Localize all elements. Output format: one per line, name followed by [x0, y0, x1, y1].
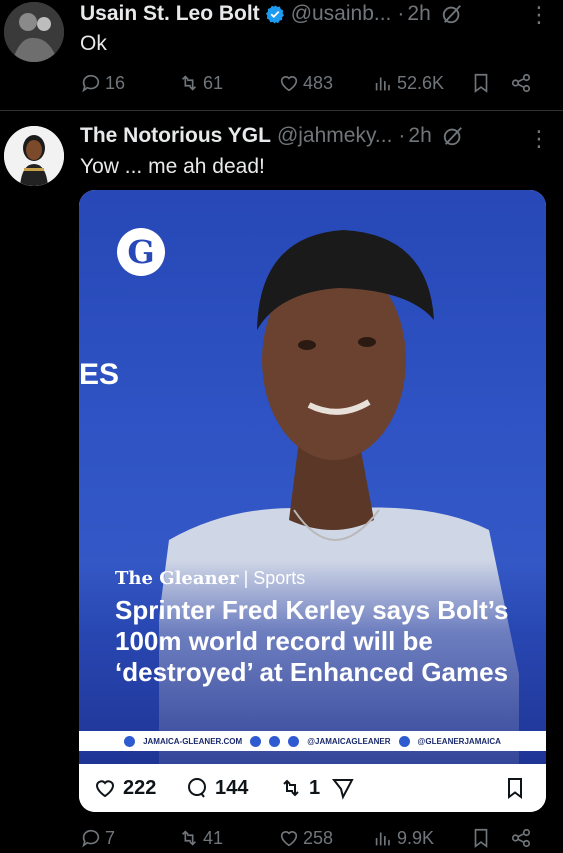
grok-icon[interactable]: [441, 3, 463, 25]
timestamp[interactable]: 2h: [408, 124, 431, 148]
avatar-image: [4, 2, 64, 62]
share-button[interactable]: [510, 827, 532, 849]
heart-icon: [95, 780, 115, 798]
like-count: 483: [303, 72, 334, 93]
repost-icon: [181, 830, 197, 846]
grok-icon[interactable]: [442, 125, 464, 147]
brand-name: The Gleaner: [115, 568, 239, 589]
avatar-image: [4, 126, 64, 186]
card-stats-bar: 222 144 1: [79, 764, 546, 812]
repost-button[interactable]: 61: [178, 72, 223, 94]
instagram-icon: [288, 735, 300, 747]
social-handle-2: @GLEANERJAMAICA: [417, 736, 501, 746]
site-name: JAMAICA-GLEANER.COM: [143, 736, 243, 746]
bookmark-icon: [474, 828, 488, 848]
repost-icon: [283, 779, 299, 797]
reply-icon: [82, 74, 100, 93]
share-icon: [511, 828, 531, 848]
more-options-icon[interactable]: ⋮: [528, 126, 550, 152]
avatar[interactable]: [4, 126, 64, 186]
verified-badge-icon: [265, 5, 284, 24]
display-name[interactable]: Usain St. Leo Bolt: [80, 2, 260, 26]
card-bookmark: [503, 776, 527, 800]
more-options-icon[interactable]: ⋮: [528, 2, 550, 28]
tweet-text: Ok: [80, 32, 107, 55]
card-like-count: 222: [123, 776, 157, 799]
views-button[interactable]: 52.6K: [372, 72, 444, 94]
card-repost-count: 1: [309, 776, 321, 799]
card-comment-count: 144: [215, 776, 249, 799]
facebook-icon: [398, 735, 410, 747]
like-button[interactable]: 258: [278, 827, 333, 849]
tweet-divider: [0, 110, 563, 111]
heart-icon: [280, 76, 298, 92]
bookmark-icon: [508, 778, 522, 799]
source-footer: JAMAICA-GLEANER.COM @JAMAICAGLEANER @GLE…: [79, 731, 546, 751]
social-handle-1: @JAMAICAGLEANER: [307, 736, 391, 746]
youtube-icon: [250, 735, 262, 747]
brand-line: The Gleaner | Sports: [115, 568, 305, 589]
card-repost: 1: [279, 776, 320, 800]
bookmark-button[interactable]: [470, 827, 492, 849]
card-comment: 144: [185, 776, 248, 800]
like-count: 258: [303, 827, 334, 848]
reply-icon: [82, 829, 100, 848]
timestamp[interactable]: 2h: [407, 2, 430, 26]
views-button[interactable]: 9.9K: [372, 827, 434, 849]
gleaner-logo: G: [117, 228, 165, 276]
views-chart-icon: [375, 832, 390, 846]
headline: Sprinter Fred Kerley says Bolt’s 100m wo…: [115, 595, 509, 687]
view-count: 9.9K: [397, 827, 435, 848]
bookmark-button[interactable]: [470, 72, 492, 94]
handle[interactable]: @usainb...: [291, 2, 392, 26]
share-button[interactable]: [510, 72, 532, 94]
views-chart-icon: [375, 77, 390, 91]
reply-button[interactable]: 7: [80, 827, 115, 849]
send-icon: [331, 779, 354, 800]
like-button[interactable]: 483: [278, 72, 333, 94]
repost-count: 41: [203, 827, 224, 848]
globe-icon: [124, 735, 136, 747]
repost-count: 61: [203, 72, 224, 93]
handle[interactable]: @jahmeky...: [277, 124, 392, 148]
news-photo[interactable]: G ES The Gleaner | Sports Sprinter Fred …: [79, 190, 546, 764]
card-like: 222: [93, 776, 156, 800]
reply-count: 7: [105, 827, 116, 848]
heart-icon: [280, 831, 298, 847]
x-logo-icon: [269, 735, 281, 747]
repost-button[interactable]: 41: [178, 827, 223, 849]
avatar[interactable]: [4, 2, 64, 62]
card-send: [331, 776, 355, 800]
tweet-text: Yow ... me ah dead!: [80, 155, 265, 178]
share-icon: [511, 73, 531, 93]
tweet-1[interactable]: Usain St. Leo Bolt @usainb... · 2h ⋮ Ok …: [0, 0, 563, 108]
comment-icon: [188, 778, 206, 798]
separator-dot: ·: [397, 2, 405, 25]
reply-count: 16: [105, 72, 126, 93]
view-count: 52.6K: [397, 72, 445, 93]
embedded-image-card[interactable]: G ES The Gleaner | Sports Sprinter Fred …: [79, 190, 546, 812]
separator-dot: ·: [398, 124, 406, 147]
repost-icon: [181, 75, 197, 91]
display-name[interactable]: The Notorious YGL: [80, 124, 271, 148]
section-name: | Sports: [243, 568, 306, 588]
background-sign-text: ES: [79, 358, 120, 391]
reply-button[interactable]: 16: [80, 72, 125, 94]
bookmark-icon: [474, 73, 488, 93]
